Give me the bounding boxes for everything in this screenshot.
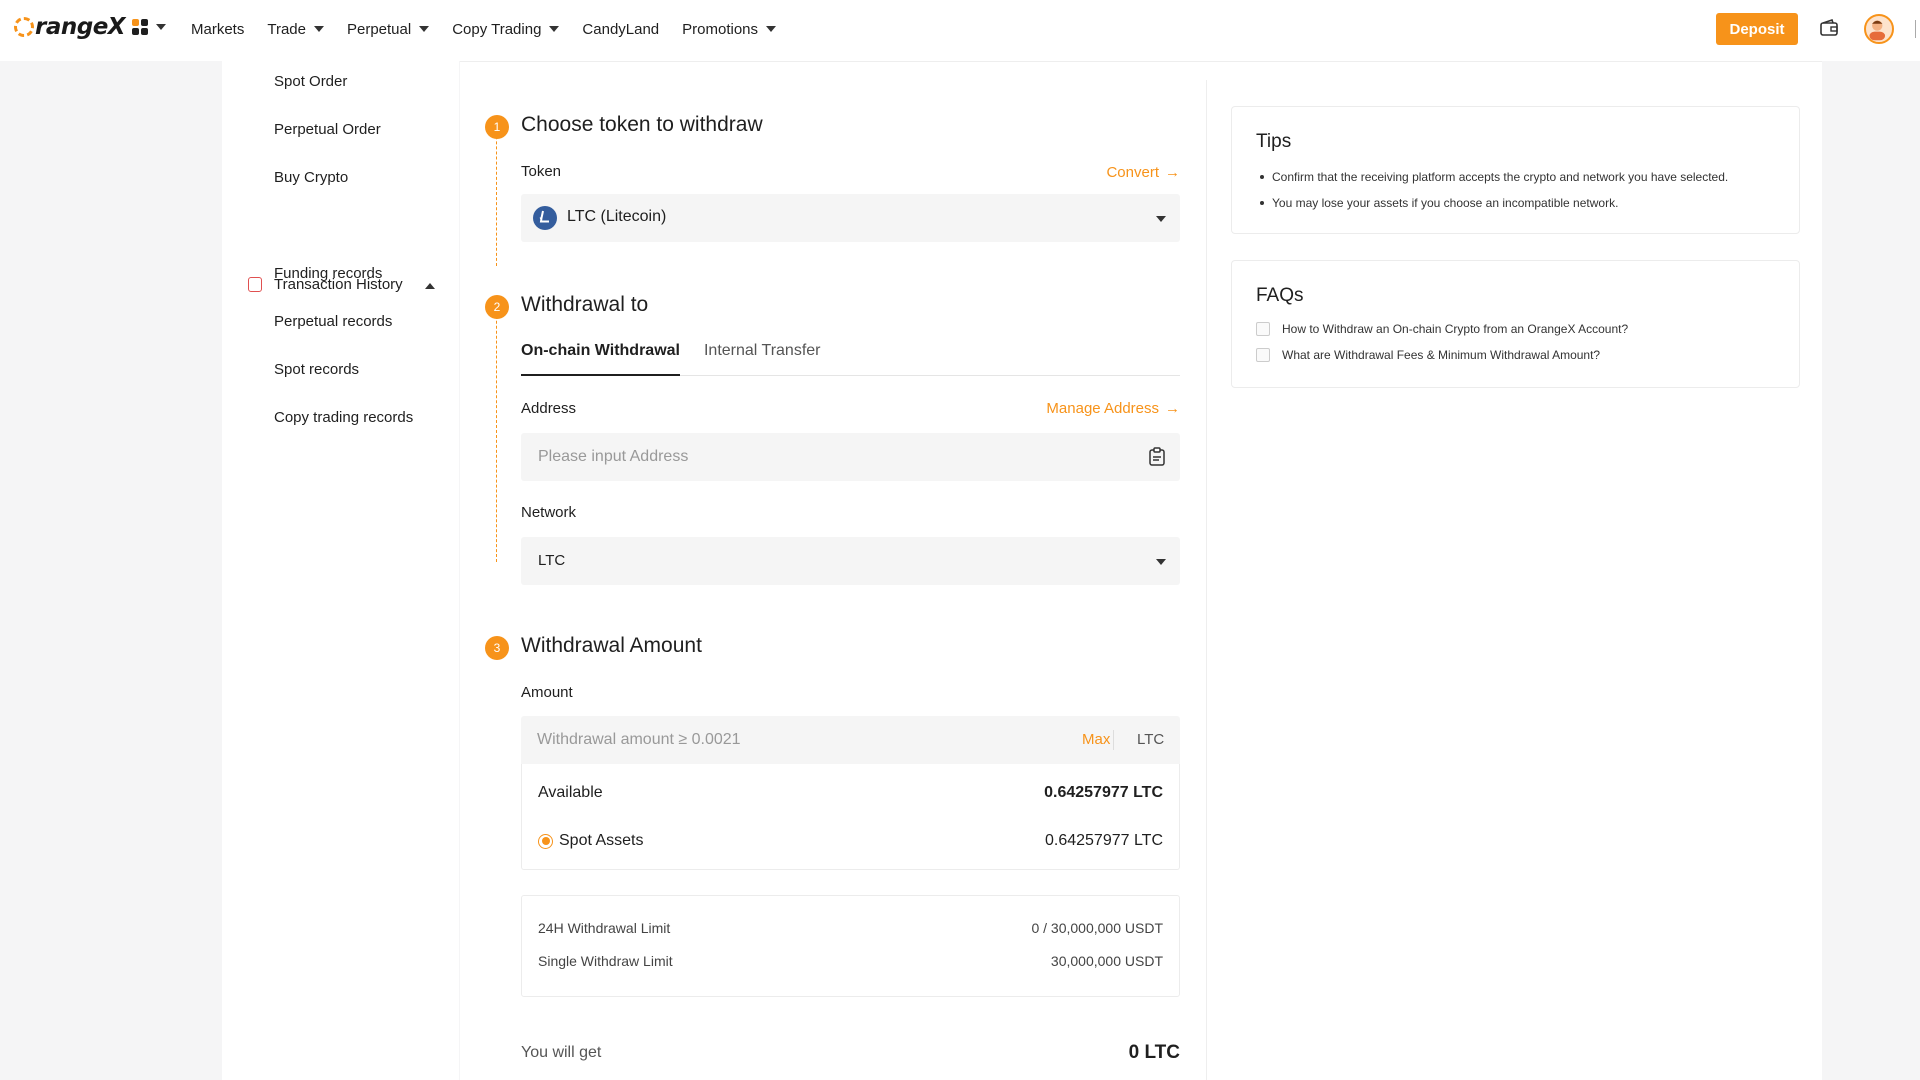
address-label: Address: [521, 400, 577, 417]
nav-copy-trading[interactable]: Copy Trading: [452, 21, 560, 38]
main-nav: Markets Trade Perpetual Copy Trading Can…: [191, 0, 777, 58]
available-label: Available: [538, 784, 603, 801]
spot-assets-value: 0.64257977 LTC: [1044, 832, 1163, 849]
sidebar: Spot Order Perpetual Order Buy Crypto Tr…: [222, 61, 459, 1080]
amount-input[interactable]: Withdrawal amount ≥ 0.0021 Max LTC: [521, 716, 1180, 764]
manage-address-link[interactable]: Manage Address →: [1046, 400, 1180, 417]
nav-markets[interactable]: Markets: [191, 21, 244, 38]
tab-on-chain-withdrawal[interactable]: On-chain Withdrawal: [521, 342, 680, 376]
radio-selected-icon: [538, 833, 553, 849]
step-title-choose-token: Choose token to withdraw: [521, 113, 763, 136]
faq-item[interactable]: What are Withdrawal Fees & Minimum Withd…: [1256, 348, 1600, 362]
litecoin-icon: [533, 206, 557, 230]
chevron-down-icon: [1156, 216, 1166, 222]
amount-label: Amount: [521, 684, 573, 701]
sidebar-item-perpetual-order[interactable]: Perpetual Order: [274, 121, 381, 138]
available-value: 0.64257977 LTC: [1044, 784, 1163, 801]
tip-item: Confirm that the receiving platform acce…: [1260, 170, 1728, 184]
apps-menu-button[interactable]: [132, 19, 166, 35]
network-select[interactable]: LTC: [521, 537, 1180, 585]
nav-candyland[interactable]: CandyLand: [582, 21, 659, 38]
faqs-card: FAQs How to Withdraw an On-chain Crypto …: [1231, 260, 1800, 388]
you-will-get-value: 0 LTC: [1128, 1042, 1180, 1063]
sidebar-item-buy-crypto[interactable]: Buy Crypto: [274, 169, 348, 186]
chevron-down-icon: [419, 26, 430, 32]
deposit-button[interactable]: Deposit: [1716, 13, 1798, 45]
chevron-up-icon[interactable]: [425, 283, 435, 289]
tip-item: You may lose your assets if you choose a…: [1260, 196, 1618, 210]
tips-title: Tips: [1256, 131, 1292, 152]
you-will-get-row: You will get 0 LTC: [521, 1042, 1180, 1064]
limits-panel: 24H Withdrawal Limit 0 / 30,000,000 USDT…: [521, 895, 1180, 997]
faqs-title: FAQs: [1256, 285, 1304, 306]
wallet-icon[interactable]: [1819, 18, 1839, 38]
avatar[interactable]: [1864, 14, 1894, 44]
divider: [1113, 730, 1114, 750]
step-title-withdrawal-amount: Withdrawal Amount: [521, 634, 702, 657]
balance-panel: Available 0.64257977 LTC Spot Assets 0.6…: [521, 764, 1180, 870]
right-column: Tips Confirm that the receiving platform…: [1206, 80, 1822, 1080]
sidebar-item-copy-trading-records[interactable]: Copy trading records: [274, 409, 413, 426]
limit-24h-label: 24H Withdrawal Limit: [538, 920, 671, 936]
main-panel: 1 Choose token to withdraw Token Convert…: [460, 61, 1822, 1080]
nav-trade[interactable]: Trade: [267, 21, 324, 38]
network-label: Network: [521, 504, 577, 521]
orangex-logo[interactable]: rangeX: [14, 14, 126, 40]
convert-link[interactable]: Convert →: [1106, 164, 1180, 181]
user-avatar-icon: [1869, 20, 1886, 41]
chevron-down-icon: [766, 26, 777, 32]
tab-internal-transfer[interactable]: Internal Transfer: [704, 342, 821, 376]
token-value: LTC (Litecoin): [567, 208, 667, 225]
paste-icon[interactable]: [1148, 447, 1166, 467]
chevron-down-icon: [156, 24, 166, 30]
single-limit-label: Single Withdraw Limit: [538, 953, 673, 969]
limit-24h-value: 0 / 30,000,000 USDT: [1031, 920, 1163, 936]
divider: [1915, 20, 1916, 38]
address-placeholder: Please input Address: [538, 448, 689, 465]
nav-perpetual[interactable]: Perpetual: [347, 21, 430, 38]
arrow-right-icon: →: [1165, 400, 1180, 417]
chevron-down-icon: [313, 26, 324, 32]
chevron-down-icon: [1156, 559, 1166, 565]
sidebar-item-spot-order[interactable]: Spot Order: [274, 73, 347, 90]
arrow-right-icon: →: [1165, 164, 1180, 181]
withdraw-tabs: On-chain Withdrawal Internal Transfer: [521, 342, 1180, 376]
step-number-2: 2: [485, 295, 509, 319]
sidebar-item-spot-records[interactable]: Spot records: [274, 361, 359, 378]
faq-checkbox-icon: [1256, 322, 1270, 336]
chevron-down-icon: [549, 26, 560, 32]
nav-promotions[interactable]: Promotions: [682, 21, 777, 38]
single-limit-value: 30,000,000 USDT: [1050, 953, 1163, 969]
step-title-withdrawal-to: Withdrawal to: [521, 293, 649, 316]
sidebar-item-perpetual-records[interactable]: Perpetual records: [274, 313, 392, 330]
network-value: LTC: [538, 552, 566, 569]
step-number-1: 1: [485, 115, 509, 139]
step-connector: [496, 296, 497, 562]
history-icon: [248, 277, 262, 292]
amount-placeholder: Withdrawal amount ≥ 0.0021: [537, 731, 741, 748]
spot-assets-option[interactable]: Spot Assets: [538, 832, 644, 850]
tips-card: Tips Confirm that the receiving platform…: [1231, 106, 1800, 234]
logo-o-icon: [14, 17, 34, 37]
top-nav-bar: rangeX Markets Trade Perpetual Copy Trad…: [0, 0, 1920, 61]
sidebar-item-funding-records[interactable]: Funding records: [274, 265, 382, 282]
you-will-get-label: You will get: [521, 1044, 602, 1061]
apps-grid-icon: [132, 19, 148, 35]
faq-checkbox-icon: [1256, 348, 1270, 362]
token-select[interactable]: LTC (Litecoin): [521, 194, 1180, 242]
amount-unit: LTC: [1137, 731, 1165, 748]
faq-item[interactable]: How to Withdraw an On-chain Crypto from …: [1256, 322, 1628, 336]
step-number-3: 3: [485, 636, 509, 660]
token-label: Token: [521, 163, 562, 180]
address-input[interactable]: Please input Address: [521, 433, 1180, 481]
max-button[interactable]: Max: [1082, 731, 1110, 748]
